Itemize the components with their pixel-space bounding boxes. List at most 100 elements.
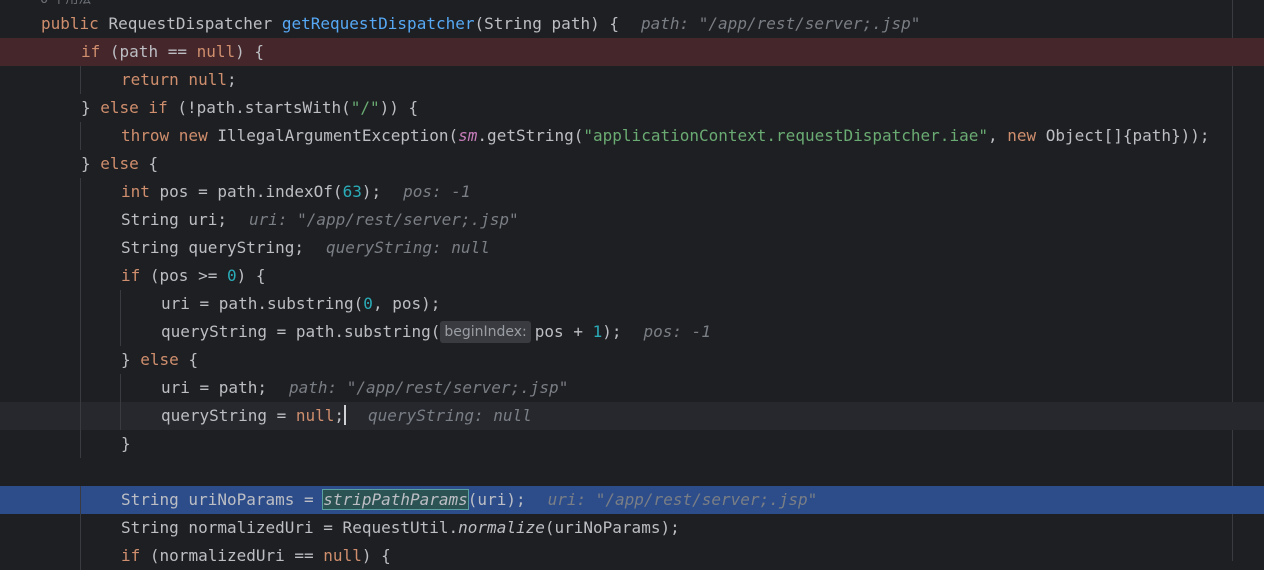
code-line[interactable]: } else {: [0, 346, 1264, 374]
code-line[interactable]: return null;: [0, 66, 1264, 94]
debug-inline-value: uri: "/app/rest/server;.jsp": [248, 210, 519, 229]
code-token: Object[]{path}));: [1045, 126, 1210, 145]
code-line[interactable]: queryString = path.substring(beginIndex:…: [0, 318, 1264, 346]
code-token: null: [323, 546, 362, 565]
code-text[interactable]: } else {: [121, 346, 198, 374]
code-token: , pos);: [372, 294, 441, 313]
code-text[interactable]: queryString = null; queryString: null: [161, 402, 532, 430]
code-token: else: [140, 350, 189, 369]
code-line[interactable]: }: [0, 430, 1264, 458]
code-token: ;: [334, 406, 345, 425]
code-token: );: [602, 322, 622, 341]
code-token: (String path) {: [474, 14, 619, 33]
code-text[interactable]: if (normalizedUri == null) {: [121, 542, 391, 570]
indent-guide: [80, 234, 81, 262]
code-token: );: [361, 182, 382, 201]
indent-guide: [80, 402, 81, 430]
code-line[interactable]: int pos = path.indexOf(63); pos: -1: [0, 178, 1264, 206]
code-token: String uri;: [121, 210, 227, 229]
code-text[interactable]: uri = path.substring(0, pos);: [161, 290, 440, 318]
code-token: )) {: [379, 98, 419, 117]
code-token: if: [121, 546, 150, 565]
indent-guide: [120, 290, 121, 318]
code-token: (path ==: [109, 42, 197, 61]
code-token: null: [196, 42, 236, 61]
code-text[interactable]: }: [121, 430, 131, 458]
code-token: pos = path.indexOf(: [159, 182, 343, 201]
code-token: getRequestDispatcher: [281, 14, 475, 33]
code-token: if: [81, 42, 110, 61]
indent-guide: [120, 402, 121, 430]
code-token: if: [121, 266, 150, 285]
code-editor[interactable]: 0 个用法 public RequestDispatcher getReques…: [0, 0, 1264, 570]
code-token: public: [41, 14, 109, 33]
indent-guide: [80, 318, 81, 346]
code-text[interactable]: if (path == null) {: [81, 38, 264, 66]
code-text[interactable]: if (pos >= 0) {: [121, 262, 266, 290]
code-token: (!path.startsWith(: [177, 98, 351, 117]
code-line[interactable]: if (normalizedUri == null) {: [0, 542, 1264, 570]
code-line[interactable]: String uriNoParams = stripPathParams(uri…: [0, 486, 1264, 514]
code-token: String uriNoParams =: [121, 490, 324, 509]
indent-guide: [80, 542, 81, 570]
code-line[interactable]: queryString = null; queryString: null: [0, 402, 1264, 430]
code-text[interactable]: queryString = path.substring(beginIndex:…: [161, 318, 711, 346]
code-token: stripPathParams: [322, 489, 469, 510]
code-token: "/": [350, 98, 380, 117]
code-text[interactable]: throw new IllegalArgumentException(sm.ge…: [121, 122, 1210, 150]
code-token: return null: [121, 70, 227, 89]
code-line[interactable]: throw new IllegalArgumentException(sm.ge…: [0, 122, 1264, 150]
debug-inline-value: path: "/app/rest/server;.jsp": [288, 378, 569, 397]
debug-inline-value: queryString: null: [368, 406, 532, 425]
code-token: }: [121, 350, 141, 369]
code-line[interactable]: public RequestDispatcher getRequestDispa…: [0, 10, 1264, 38]
code-token: (normalizedUri ==: [149, 546, 324, 565]
code-text[interactable]: return null;: [121, 66, 237, 94]
code-token: RequestDispatcher: [108, 14, 282, 33]
code-token: 0: [363, 294, 373, 313]
code-token: queryString =: [161, 406, 296, 425]
code-line[interactable]: String queryString; queryString: null: [0, 234, 1264, 262]
usage-hint[interactable]: 0 个用法: [40, 0, 91, 8]
code-token: {: [148, 154, 159, 173]
code-token: (pos >=: [149, 266, 227, 285]
debug-inline-value: pos: -1: [403, 182, 471, 201]
debug-inline-value: pos: -1: [643, 322, 711, 341]
code-text[interactable]: public RequestDispatcher getRequestDispa…: [41, 10, 920, 38]
code-token: ;: [226, 70, 237, 89]
code-line[interactable]: [0, 458, 1264, 486]
code-text[interactable]: String normalizedUri = RequestUtil.norma…: [121, 514, 680, 542]
code-token: String normalizedUri = RequestUtil.: [121, 518, 459, 537]
code-text[interactable]: String queryString; queryString: null: [121, 234, 490, 262]
code-line[interactable]: } else if (!path.startsWith("/")) {: [0, 94, 1264, 122]
code-token: 1: [592, 322, 603, 341]
code-text[interactable]: String uri; uri: "/app/rest/server;.jsp": [121, 206, 519, 234]
indent-guide: [80, 514, 81, 542]
code-token: else if: [100, 98, 178, 117]
code-token: uri = path;: [161, 378, 267, 397]
code-line[interactable]: uri = path; path: "/app/rest/server;.jsp": [0, 374, 1264, 402]
code-token: 0: [226, 266, 237, 285]
code-token: IllegalArgumentException(: [217, 126, 459, 145]
code-token: uri = path.substring(: [161, 294, 364, 313]
code-line[interactable]: String uri; uri: "/app/rest/server;.jsp": [0, 206, 1264, 234]
code-token: }: [121, 434, 131, 453]
code-text[interactable]: String uriNoParams = stripPathParams(uri…: [121, 486, 817, 514]
code-line[interactable]: } else {: [0, 150, 1264, 178]
code-text[interactable]: int pos = path.indexOf(63); pos: -1: [121, 178, 471, 206]
code-line[interactable]: String normalizedUri = RequestUtil.norma…: [0, 514, 1264, 542]
code-token: }: [81, 154, 101, 173]
debug-inline-value: path: "/app/rest/server;.jsp": [640, 14, 921, 33]
code-token: ) {: [361, 546, 391, 565]
code-token: ,: [987, 126, 1008, 145]
code-line[interactable]: if (pos >= 0) {: [0, 262, 1264, 290]
code-token: }: [81, 98, 101, 117]
code-line[interactable]: if (path == null) {: [0, 38, 1264, 66]
code-token: .getString(: [477, 126, 584, 145]
code-text[interactable]: } else if (!path.startsWith("/")) {: [81, 94, 418, 122]
code-line[interactable]: uri = path.substring(0, pos);: [0, 290, 1264, 318]
code-token: new: [1007, 126, 1046, 145]
code-text[interactable]: uri = path; path: "/app/rest/server;.jsp": [161, 374, 568, 402]
code-text[interactable]: } else {: [81, 150, 158, 178]
code-token: (uri);: [467, 490, 526, 509]
